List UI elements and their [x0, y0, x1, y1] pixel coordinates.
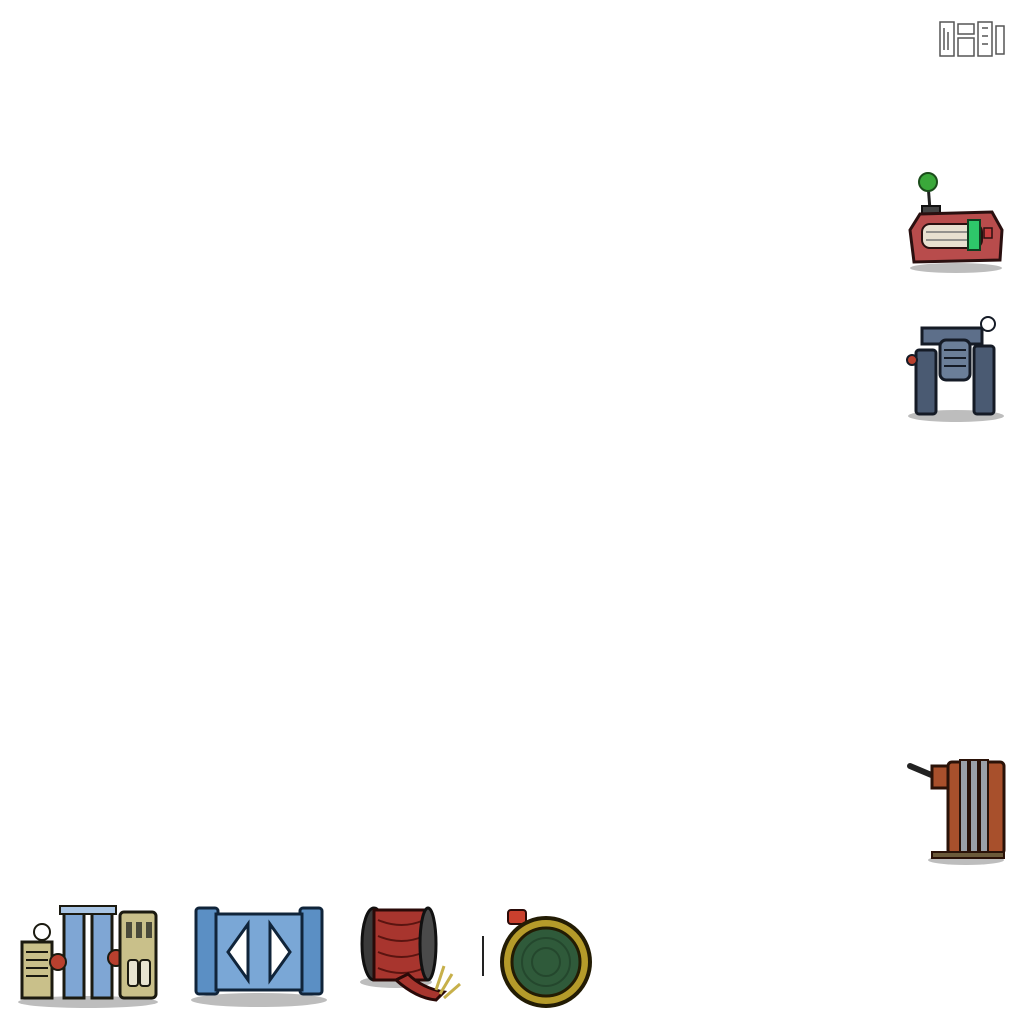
radio-transmitter-icon[interactable]	[904, 170, 1008, 276]
blue-shutter-panel-icon[interactable]	[188, 902, 330, 1010]
pipe-valve-machine-icon[interactable]	[904, 310, 1008, 425]
separator-line	[482, 936, 484, 976]
frayed-wire-spool-icon[interactable]	[356, 902, 474, 1014]
ornate-glyph-icon	[936, 16, 1008, 60]
generator-tower-icon[interactable]	[16, 902, 160, 1010]
cable-spool-stand-icon[interactable]	[904, 756, 1008, 868]
gold-ring-inlet-icon[interactable]	[496, 904, 594, 1010]
